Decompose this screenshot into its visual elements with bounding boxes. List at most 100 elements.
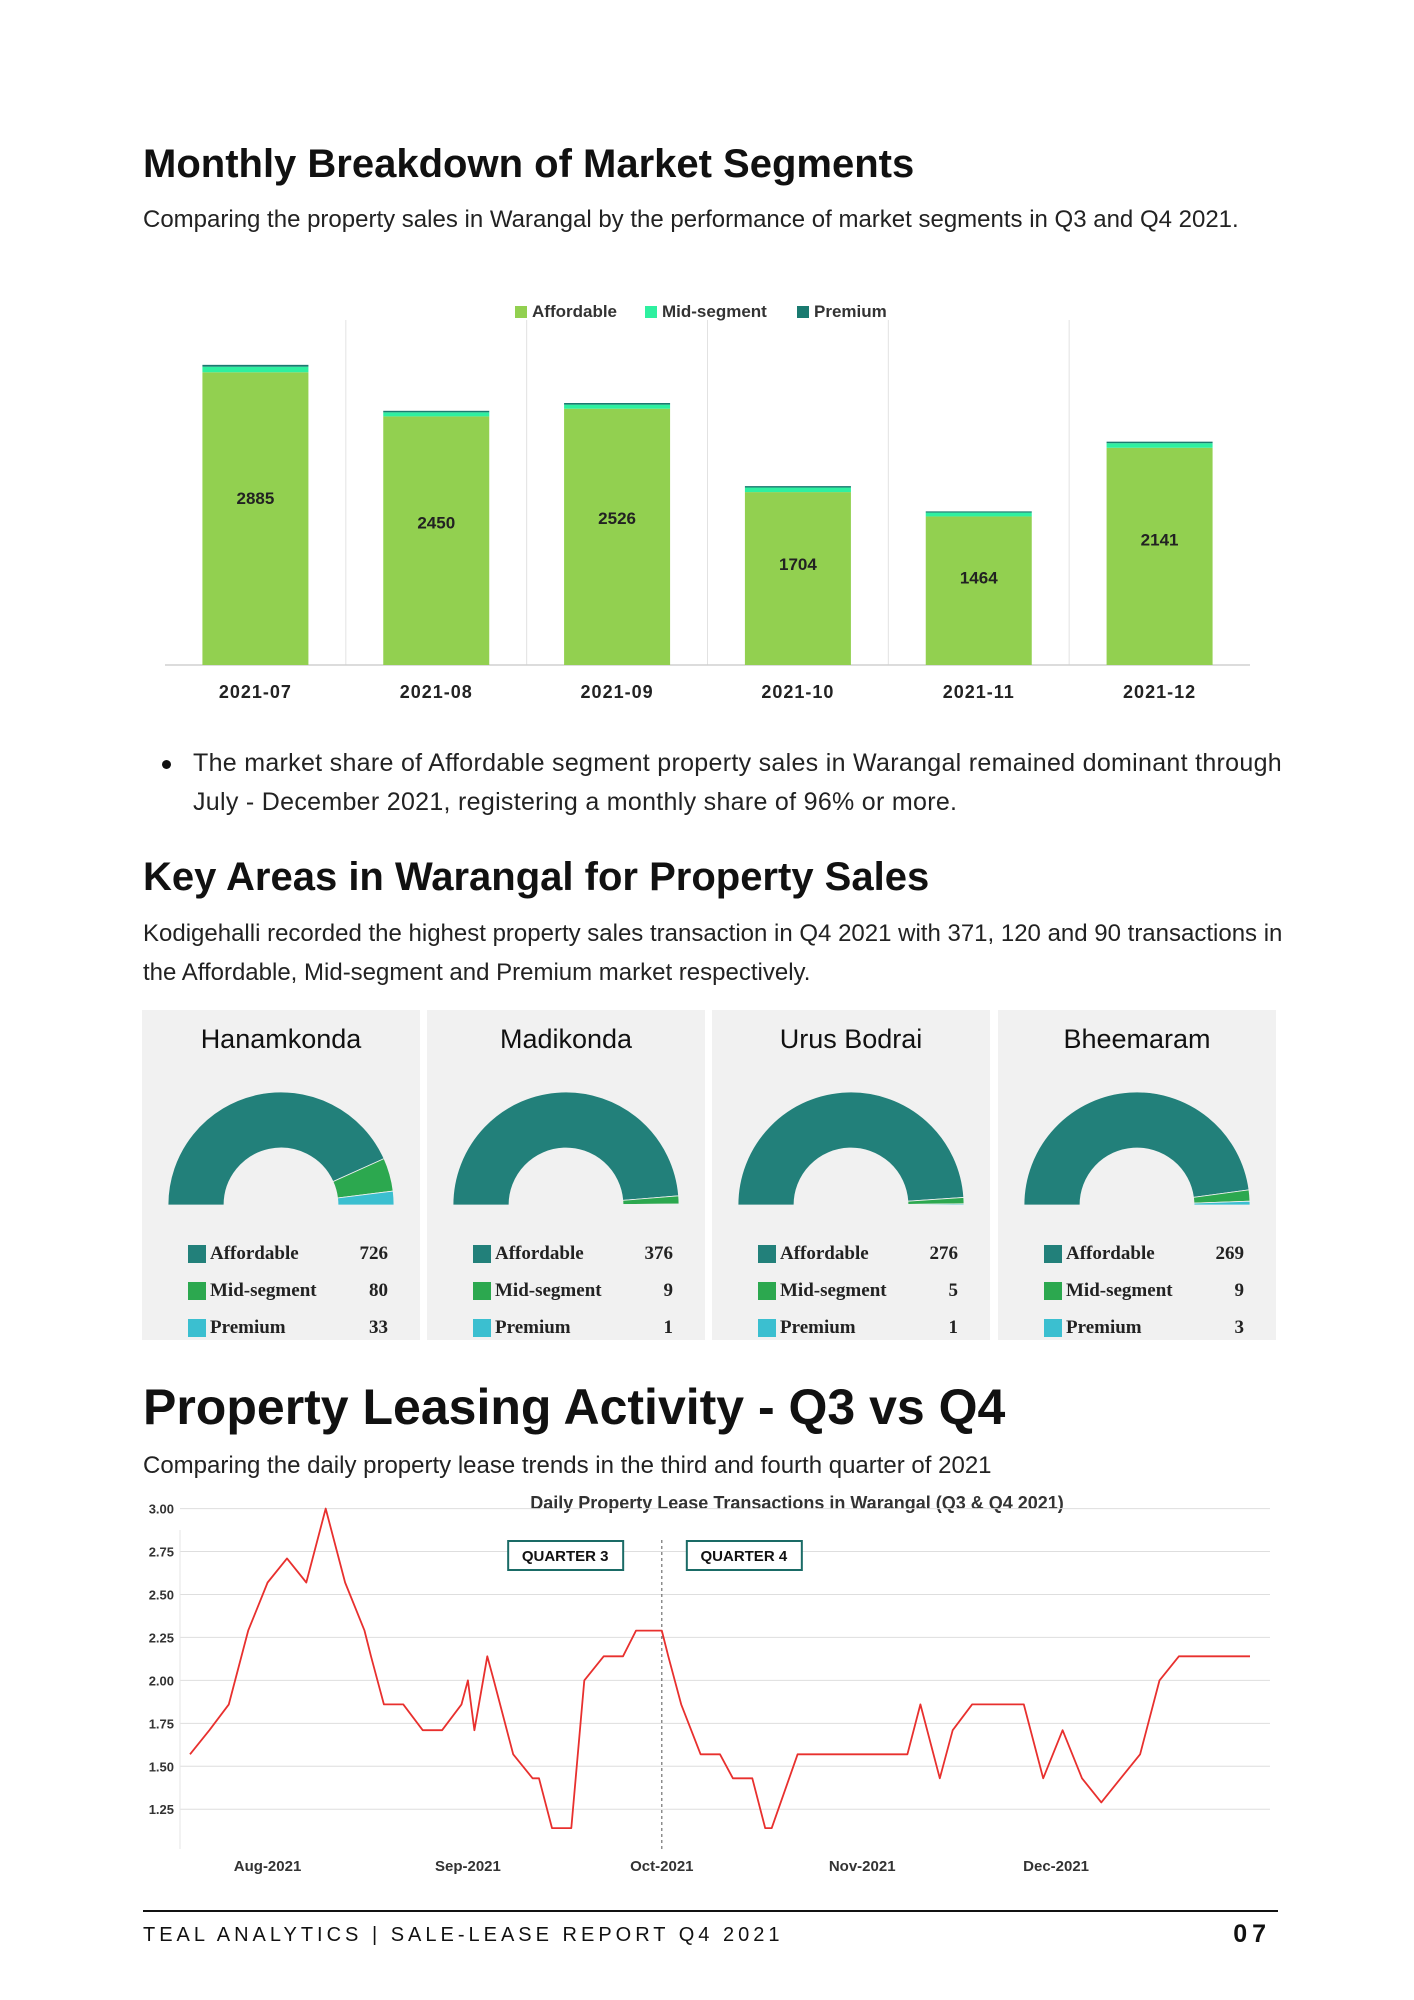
y-tick-label: 2.00	[149, 1673, 174, 1688]
y-tick-label: 3.00	[149, 1502, 174, 1517]
bar-data-label: 2141	[1141, 531, 1179, 550]
section-intro-leasing: Comparing the daily property lease trend…	[143, 1452, 992, 1479]
bar-affordable-2021-11	[925, 516, 1032, 665]
bar-premium-2021-08	[383, 410, 490, 413]
donut-slice-affordable	[1023, 1091, 1250, 1206]
legend-row-mid-segment: Mid-segment 5	[758, 1280, 958, 1304]
area-card-hanamkonda: Hanamkonda Affordable 726 Mid-segment 80 Prem…	[142, 1010, 420, 1340]
bullet-text: The market share of Affordable segment p…	[193, 749, 1282, 816]
y-tick-label: 1.75	[149, 1716, 174, 1731]
chart-title: Daily Property Lease Transactions in War…	[530, 1493, 1064, 1513]
bar-data-label: 2885	[237, 489, 275, 508]
bar-premium-2021-10	[744, 486, 851, 488]
x-tick-label: Aug-2021	[234, 1858, 302, 1875]
legend-row-mid-segment: Mid-segment 80	[188, 1280, 388, 1304]
legend-label: Mid-segment	[780, 1280, 887, 1301]
donut-slice-premium	[622, 1203, 680, 1206]
section-heading-leasing: Property Leasing Activity - Q3 vs Q4	[143, 1379, 1006, 1435]
bar-affordable-2021-09	[564, 408, 671, 665]
x-tick-label: 2021-07	[219, 682, 292, 702]
legend-label: Premium	[1066, 1317, 1142, 1338]
bullet-dot	[162, 760, 171, 769]
section-heading-key-areas: Key Areas in Warangal for Property Sales	[143, 855, 930, 899]
bar-data-label: 1464	[960, 568, 998, 587]
quarter-4-label: QUARTER 4	[700, 1548, 787, 1565]
legend-swatch	[473, 1319, 491, 1337]
legend-swatch	[758, 1282, 776, 1300]
legend-value: 5	[948, 1280, 959, 1301]
legend-row-premium: Premium 1	[758, 1317, 958, 1341]
bar-premium-2021-07	[202, 364, 309, 367]
legend-swatch	[797, 306, 809, 318]
section-intro-monthly: Comparing the property sales in Warangal…	[143, 206, 1239, 233]
bar-premium-2021-12	[1106, 441, 1213, 444]
legend-row-affordable: Affordable 276	[758, 1243, 958, 1267]
legend-value: 1	[663, 1317, 674, 1338]
quarter-3-label: QUARTER 3	[522, 1548, 609, 1565]
legend-label: Mid-segment	[495, 1280, 602, 1301]
legend-label: Premium	[780, 1317, 856, 1338]
legend-label: Mid-segment	[1066, 1280, 1173, 1301]
bar-premium-2021-09	[564, 403, 671, 405]
donut-slice-affordable	[737, 1091, 965, 1206]
legend-row-mid-segment: Mid-segment 9	[1044, 1280, 1244, 1304]
legend-row-premium: Premium 33	[188, 1317, 388, 1341]
line-chart: Daily Property Lease Transactions in War…	[149, 1493, 1270, 1875]
bullet-point: The market share of Affordable segment p…	[162, 744, 1312, 822]
y-tick-label: 2.25	[149, 1630, 174, 1645]
bar-data-label: 1704	[779, 555, 817, 574]
legend-swatch	[758, 1245, 776, 1263]
bar-premium-2021-11	[925, 511, 1032, 513]
x-tick-label: Nov-2021	[829, 1858, 896, 1875]
legend-value: 1	[948, 1317, 959, 1338]
legend-label: Premium	[814, 302, 887, 321]
legend-swatch	[1044, 1282, 1062, 1300]
x-tick-label: Sep-2021	[435, 1858, 501, 1875]
legend-value: 9	[1234, 1280, 1245, 1301]
legend-label: Mid-segment	[210, 1280, 317, 1301]
area-card-bheemaram: Bheemaram Affordable 269 Mid-segment 9 Premiu…	[998, 1010, 1276, 1340]
legend-swatch	[188, 1282, 206, 1300]
bar-affordable-2021-08	[383, 416, 490, 665]
legend-swatch	[1044, 1245, 1062, 1263]
x-tick-label: 2021-11	[943, 682, 1015, 702]
section-heading-monthly: Monthly Breakdown of Market Segments	[143, 142, 915, 186]
legend-row-affordable: Affordable 376	[473, 1243, 673, 1267]
legend-value: 9	[663, 1280, 674, 1301]
area-card-madikonda: Madikonda Affordable 376 Mid-segment 9 Premiu…	[427, 1010, 705, 1340]
legend-swatch	[758, 1319, 776, 1337]
footer-text: TEAL ANALYTICS | SALE-LEASE REPORT Q4 20…	[143, 1924, 784, 1946]
legend-value: 276	[929, 1243, 959, 1264]
x-tick-label: Dec-2021	[1023, 1858, 1089, 1875]
bar-mid-segment-2021-09	[564, 404, 671, 409]
legend-swatch	[188, 1319, 206, 1337]
bar-affordable-2021-12	[1106, 447, 1213, 665]
area-card-urus-bodrai: Urus Bodrai Affordable 276 Mid-segment 5 Prem…	[712, 1010, 990, 1340]
bar-mid-segment-2021-10	[744, 487, 851, 493]
legend-swatch	[473, 1245, 491, 1263]
legend-value: 726	[359, 1243, 389, 1264]
legend-value: 376	[644, 1243, 674, 1264]
y-tick-label: 2.50	[149, 1587, 174, 1602]
legend-label: Affordable	[210, 1243, 299, 1264]
x-tick-label: 2021-12	[1123, 682, 1196, 702]
legend-swatch	[188, 1245, 206, 1263]
y-tick-label: 1.50	[149, 1759, 174, 1774]
legend-row-premium: Premium 1	[473, 1317, 673, 1341]
legend-label: Affordable	[495, 1243, 584, 1264]
x-tick-label: Oct-2021	[630, 1858, 693, 1875]
x-tick-label: 2021-09	[581, 682, 654, 702]
bar-data-label: 2450	[417, 513, 455, 532]
bar-affordable-2021-07	[202, 372, 309, 665]
bar-mid-segment-2021-07	[202, 366, 309, 373]
legend-label: Premium	[495, 1317, 571, 1338]
legend-row-premium: Premium 3	[1044, 1317, 1244, 1341]
section-intro-key-areas: Kodigehalli recorded the highest propert…	[143, 920, 1283, 986]
y-tick-label: 2.75	[149, 1545, 174, 1560]
legend-swatch	[1044, 1319, 1062, 1337]
legend-swatch	[645, 306, 657, 318]
bar-mid-segment-2021-12	[1106, 443, 1213, 448]
y-tick-label: 1.25	[149, 1802, 174, 1817]
x-tick-label: 2021-08	[400, 682, 473, 702]
bar-affordable-2021-10	[744, 492, 851, 665]
